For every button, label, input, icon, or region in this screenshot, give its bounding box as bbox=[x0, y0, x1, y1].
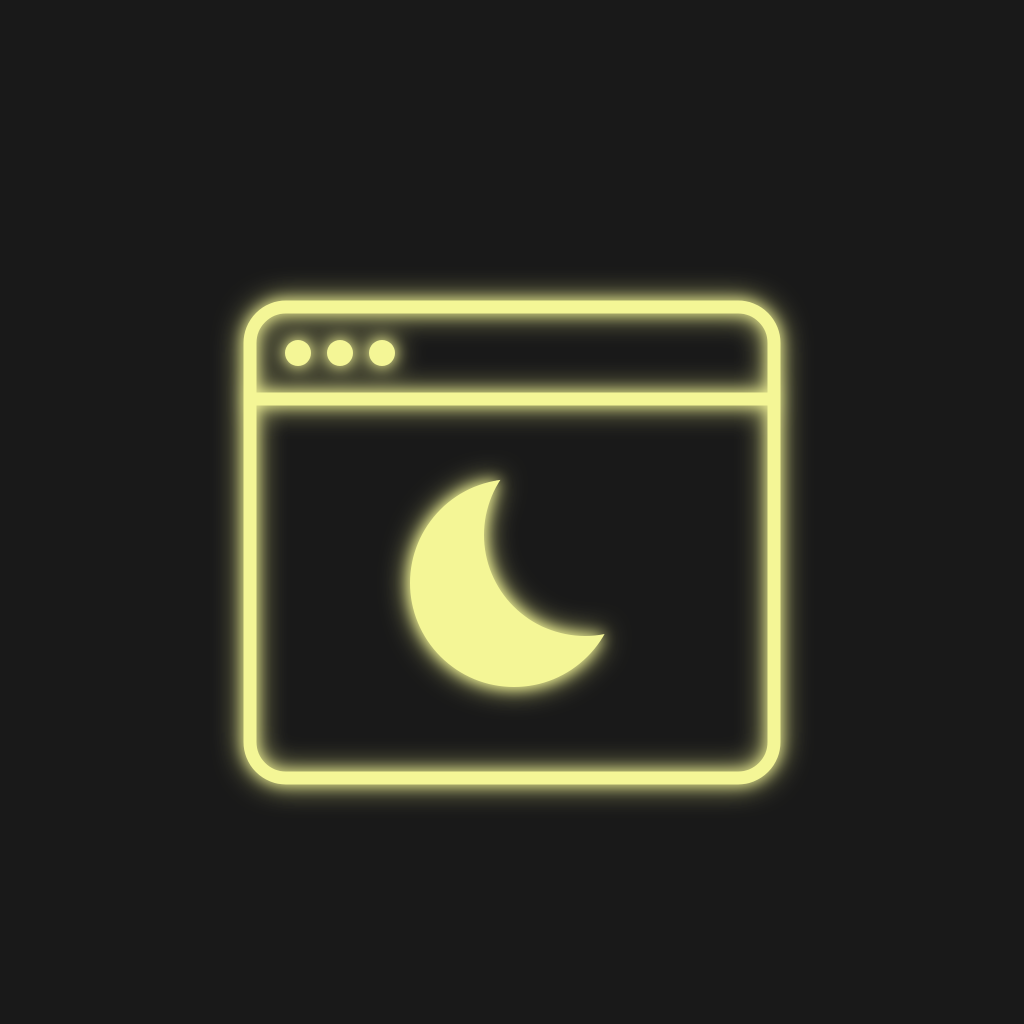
window-dot bbox=[369, 340, 395, 366]
icon-canvas bbox=[0, 0, 1024, 1024]
window-dot bbox=[285, 340, 311, 366]
window-dot bbox=[327, 340, 353, 366]
crescent-moon-icon bbox=[380, 440, 660, 720]
browser-window-dark-mode-icon bbox=[0, 0, 1024, 1024]
